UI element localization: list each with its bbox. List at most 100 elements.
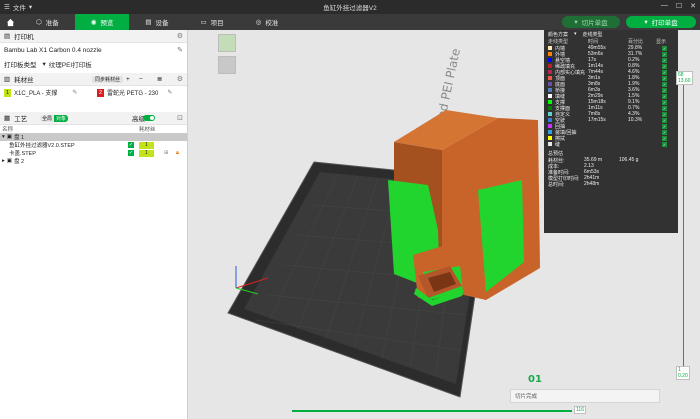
global-option[interactable]: 全局 xyxy=(40,114,55,122)
filament-section-header: ▥ 耗材丝 同步耗材丝 + − ≣ ⚙ xyxy=(0,73,187,86)
color-scheme-value[interactable]: 走线类型 xyxy=(583,31,603,38)
legend-swatch xyxy=(548,82,552,86)
edit-icon[interactable]: ✎ xyxy=(72,89,77,96)
stats-row: 总时间: 2h48m xyxy=(544,181,678,188)
process-icon: ▦ xyxy=(4,115,11,122)
tab-prepare[interactable]: ⬡ 准备 xyxy=(20,14,75,30)
show-checkbox[interactable]: ✓ xyxy=(662,123,667,129)
chevron-down-icon: ▾ xyxy=(42,61,46,68)
plate-thumbnail-2[interactable] xyxy=(218,56,236,74)
cube-icon: ⬡ xyxy=(36,19,42,26)
filament-color-chip: 2 xyxy=(97,88,104,97)
menu-icon: ☰ xyxy=(4,4,10,11)
gear-icon[interactable]: ⚙ xyxy=(177,75,183,83)
advanced-toggle[interactable] xyxy=(143,115,155,121)
show-checkbox[interactable]: ✓ xyxy=(662,45,667,51)
filament-item[interactable]: 1 X1C_PLA - 支撑 ✎ xyxy=(4,88,77,97)
show-checkbox[interactable]: ✓ xyxy=(662,87,667,93)
legend-swatch xyxy=(548,76,552,80)
show-checkbox[interactable]: ✓ xyxy=(662,105,667,111)
show-checkbox[interactable]: ✓ xyxy=(662,93,667,99)
layer-top-label[interactable]: 68 13.60 xyxy=(676,71,693,85)
legend-swatch xyxy=(548,136,552,140)
gear-icon[interactable]: ⚙ xyxy=(177,32,183,40)
maximize-button[interactable]: ☐ xyxy=(676,2,682,10)
chevron-down-icon: ▾ xyxy=(574,31,577,37)
settings-icon[interactable]: ⊞ xyxy=(164,150,169,156)
show-checkbox[interactable]: ✓ xyxy=(662,81,667,87)
show-checkbox[interactable]: ✓ xyxy=(662,75,667,81)
list-icon[interactable]: ≣ xyxy=(157,75,162,83)
add-filament-button[interactable]: + xyxy=(126,76,130,83)
show-checkbox[interactable]: ✓ xyxy=(662,51,667,57)
slice-plate-button[interactable]: ▾ 切片单盘 xyxy=(562,16,620,28)
close-button[interactable]: ✕ xyxy=(690,2,696,10)
visible-checkbox[interactable]: ✓ xyxy=(128,142,134,148)
layer-bottom-label[interactable]: 1 0.20 xyxy=(676,366,690,380)
show-checkbox[interactable]: ✓ xyxy=(662,129,667,135)
color-scheme-label: 颜色方案 xyxy=(548,31,569,38)
global-object-switch[interactable]: 全局 对象 xyxy=(40,114,69,122)
process-section-header: ▦ 工艺 全局 对象 高级 ⊡ xyxy=(0,112,187,125)
file-menu[interactable]: ☰ 文件 ▾ xyxy=(4,2,32,12)
plate-type-dropdown[interactable]: 纹理PEI打印板 xyxy=(49,59,92,69)
eye-icon: ◉ xyxy=(90,19,97,26)
show-checkbox[interactable]: ✓ xyxy=(662,141,667,147)
tree-label: 鱼缸外挂过滤器V2.0.STEP xyxy=(9,143,75,149)
legend-swatch xyxy=(548,58,552,62)
tree-row-object[interactable]: 鱼缸外挂过滤器V2.0.STEP ✓ 1 xyxy=(0,141,187,149)
window-title: 鱼缸外挂过滤器V2 xyxy=(323,5,377,12)
slice-complete-toast: 切片完成 xyxy=(510,389,660,403)
sync-filament-button[interactable]: 同步耗材丝 xyxy=(92,75,124,83)
legend-swatch xyxy=(548,100,552,104)
printer-select[interactable]: Bambu Lab X1 Carbon 0.4 nozzle ✎ xyxy=(0,43,187,57)
col-show: 显示 xyxy=(656,39,667,45)
plate-type-label: 打印板类型 xyxy=(4,62,37,69)
filament-list: 1 X1C_PLA - 支撑 ✎ 2 雷蛇光 PETG - 230 ✎ xyxy=(0,86,187,104)
tree-label: 盘 1 xyxy=(13,135,25,141)
legend-swatch xyxy=(548,130,552,134)
legend-swatch xyxy=(548,112,552,116)
tab-device[interactable]: ▤ 设备 xyxy=(129,14,184,30)
tree-row-object[interactable]: 卡盖.STEP ✓ 1 ⊞ 🔒︎ xyxy=(0,149,187,157)
folder-icon: ▭ xyxy=(200,19,207,26)
show-checkbox[interactable]: ✓ xyxy=(662,99,667,105)
show-checkbox[interactable]: ✓ xyxy=(662,57,667,63)
print-plate-button[interactable]: ▾ 打印单盘 xyxy=(626,16,696,28)
edit-icon[interactable]: ✎ xyxy=(167,89,172,96)
legend-swatch xyxy=(548,64,552,68)
lock-icon[interactable]: 🔒︎ xyxy=(176,150,179,157)
plate-icon: ▣ xyxy=(6,134,12,140)
show-checkbox[interactable]: ✓ xyxy=(662,69,667,75)
show-checkbox[interactable]: ✓ xyxy=(662,111,667,117)
object-tree-header: 名称 耗材丝 xyxy=(0,125,187,133)
plate-thumbnail-1[interactable] xyxy=(218,34,236,52)
tree-row-plate-1[interactable]: ▾ ▣ 盘 1 xyxy=(0,133,187,141)
tab-project[interactable]: ▭ 项目 xyxy=(185,14,240,30)
filament-chip[interactable]: 1 xyxy=(139,149,154,157)
legend-row: 缝 ✓ xyxy=(544,141,678,148)
layer-slider[interactable] xyxy=(683,71,684,371)
tree-row-plate-2[interactable]: ▸ ▣ 盘 2 xyxy=(0,157,187,165)
tab-calibration[interactable]: ◎ 校准 xyxy=(240,14,295,30)
show-checkbox[interactable]: ✓ xyxy=(662,117,667,123)
filament-chip[interactable]: 1 xyxy=(139,141,154,149)
tab-preview[interactable]: ◉ 预览 xyxy=(74,14,130,30)
filament-item[interactable]: 2 雷蛇光 PETG - 230 ✎ xyxy=(97,88,172,97)
home-button[interactable] xyxy=(0,14,20,30)
object-option[interactable]: 对象 xyxy=(54,114,69,122)
show-checkbox[interactable]: ✓ xyxy=(662,63,667,69)
minimize-button[interactable]: — xyxy=(661,2,668,10)
remove-filament-button[interactable]: − xyxy=(139,76,143,83)
legend-swatch xyxy=(548,142,552,146)
color-scheme-row[interactable]: 颜色方案 ▾ 走线类型 xyxy=(544,30,678,38)
show-checkbox[interactable]: ✓ xyxy=(662,135,667,141)
visible-checkbox[interactable]: ✓ xyxy=(128,150,134,156)
save-icon[interactable]: ⊡ xyxy=(177,114,183,122)
col-percent: 百分比 xyxy=(628,39,644,45)
edit-icon[interactable]: ✎ xyxy=(177,46,183,54)
filament-name: 雷蛇光 PETG - 230 xyxy=(107,91,159,97)
chevron-down-icon: ▾ xyxy=(644,19,648,26)
move-slider[interactable] xyxy=(292,410,572,412)
move-slider-label[interactable]: 116 xyxy=(574,406,586,414)
